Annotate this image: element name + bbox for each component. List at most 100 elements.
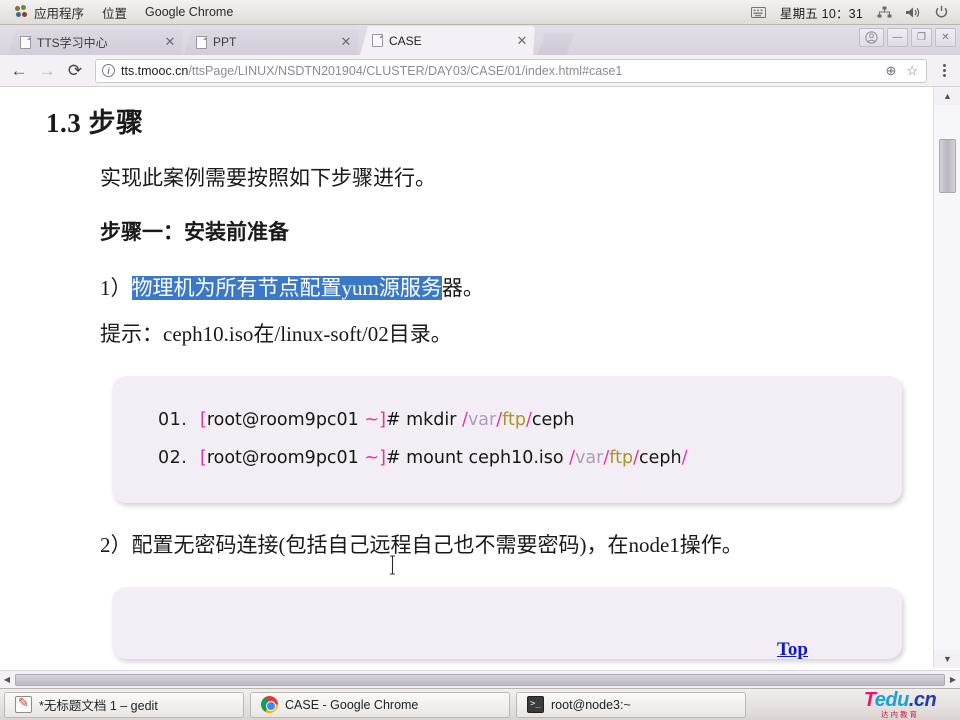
item1-number: 1） <box>100 276 132 301</box>
code-text: [root@room9pc01 ~]# mount ceph10.iso / va… <box>200 447 687 471</box>
menu-places[interactable]: 位置 <box>93 1 136 24</box>
tab-ppt[interactable]: PPT ✕ <box>184 29 359 55</box>
bookmark-star-icon[interactable]: ☆ <box>904 63 920 79</box>
browser-toolbar: ← → ⟳ i tts.tmooc.cn/ttsPage/LINUX/NSDTN… <box>0 55 960 87</box>
taskbar-item-label: *无标题文档 1 – gedit <box>39 699 158 713</box>
tedu-logo-cn: .cn <box>908 688 937 711</box>
code-line: 02. [root@room9pc01 ~]# mount ceph10.iso… <box>112 440 902 478</box>
tab-close-icon[interactable]: ✕ <box>163 35 177 49</box>
reload-button[interactable]: ⟳ <box>62 58 88 84</box>
code-block-1: 01. [root@room9pc01 ~]# mkdir /var/ftp/c… <box>112 376 902 504</box>
site-info-icon[interactable]: i <box>102 64 115 77</box>
url-path: /ttsPage/LINUX/NSDTN201904/CLUSTER/DAY03… <box>188 63 623 78</box>
minimize-button[interactable]: — <box>887 28 908 47</box>
hint-paragraph: 提示：ceph10.iso在/linux-soft/02目录。 <box>100 322 452 347</box>
page-icon <box>20 36 31 49</box>
profile-avatar-icon[interactable] <box>859 28 884 47</box>
gedit-icon <box>15 695 32 713</box>
power-icon[interactable] <box>929 4 954 20</box>
code-segment: var <box>575 447 604 468</box>
chrome-icon <box>261 696 278 713</box>
menu-applications[interactable]: 应用程序 <box>6 1 93 24</box>
tab-close-icon[interactable]: ✕ <box>339 35 353 49</box>
menu-applications-label: 应用程序 <box>34 6 85 21</box>
code-segment: ftp <box>609 447 634 468</box>
selected-text: 物理机为所有节点配置yum源服务 <box>131 276 442 301</box>
horizontal-scrollbar[interactable]: ◀ ▶ <box>0 670 960 688</box>
taskbar-item-label: root@node3:~ <box>551 697 631 712</box>
code-segment: # mkdir <box>385 410 463 431</box>
tab-close-icon[interactable]: ✕ <box>515 34 529 48</box>
code-line: 01. [root@room9pc01 ~]# mkdir /var/ftp/c… <box>112 402 902 440</box>
code-segment: [ <box>200 410 207 431</box>
url-text: tts.tmooc.cn/ttsPage/LINUX/NSDTN201904/C… <box>121 64 877 78</box>
scroll-left-icon[interactable]: ◀ <box>0 671 14 689</box>
zoom-icon[interactable]: ⊕ <box>883 63 898 79</box>
menu-google-chrome[interactable]: Google Chrome <box>136 3 242 21</box>
tedu-logo-subtitle: 达内教育 <box>881 709 919 719</box>
maximize-button[interactable]: ❐ <box>911 28 932 47</box>
intro-paragraph: 实现此案例需要按照如下步骤进行。 <box>100 166 436 190</box>
chrome-window: TTS学习中心 ✕ PPT ✕ CASE ✕ — ❐ ✕ ← → ⟳ i tts… <box>0 25 960 688</box>
address-bar[interactable]: i tts.tmooc.cn/ttsPage/LINUX/NSDTN201904… <box>95 58 927 83</box>
page-content: 1.3 步骤 实现此案例需要按照如下步骤进行。 步骤一：安装前准备 1）物理机为… <box>0 87 933 668</box>
list-item-1: 1）物理机为所有节点配置yum源服务器。 <box>100 272 933 302</box>
chrome-menu-icon[interactable] <box>934 64 954 77</box>
step-heading: 步骤一：安装前准备 <box>100 220 289 245</box>
code-segment: ] <box>379 447 386 468</box>
tedu-logo-text: Tedu.cn <box>848 690 952 710</box>
tab-case[interactable]: CASE ✕ <box>360 26 535 55</box>
code-segment: ceph <box>531 410 575 431</box>
code-segment: / <box>681 447 688 468</box>
volume-icon[interactable] <box>900 5 926 20</box>
line-number: 02. <box>158 447 188 468</box>
terminal-icon: >_ <box>527 696 544 713</box>
forward-button[interactable]: → <box>34 58 60 84</box>
menu-places-label: 位置 <box>102 6 128 21</box>
vertical-scroll-thumb[interactable] <box>939 139 956 193</box>
keyboard-icon[interactable] <box>746 5 771 20</box>
item1-tail: 器。 <box>441 276 484 301</box>
close-window-button[interactable]: ✕ <box>935 28 956 47</box>
panel-menu-group: 应用程序 位置 Google Chrome <box>0 1 242 24</box>
horizontal-scroll-thumb[interactable] <box>15 673 945 686</box>
code-segment: # mount ceph10.iso <box>385 447 570 468</box>
text-cursor-icon <box>389 555 396 575</box>
code-segment: ceph <box>638 447 682 468</box>
code-text: [root@room9pc01 ~]# mkdir /var/ftp/ceph <box>200 409 574 433</box>
bottom-taskbar: *无标题文档 1 – gedit CASE - Google Chrome >_… <box>0 688 960 720</box>
gnome-foot-icon <box>15 5 29 19</box>
scroll-down-icon[interactable]: ▼ <box>934 650 960 668</box>
back-button[interactable]: ← <box>6 58 32 84</box>
code-segment: root@room9pc01 <box>206 410 365 431</box>
taskbar-item-terminal[interactable]: >_ root@node3:~ <box>516 691 746 718</box>
code-segment: [ <box>200 447 207 468</box>
list-item-2: 2）配置无密码连接(包括自己远程自己也不需要密码)，在node1操作。 <box>100 533 743 558</box>
system-tray: 星期五 10：31 <box>746 3 960 22</box>
tedu-logo-t: T <box>863 688 875 711</box>
vertical-scrollbar[interactable]: ▲ ▼ <box>933 87 960 668</box>
page-viewport: 1.3 步骤 实现此案例需要按照如下步骤进行。 步骤一：安装前准备 1）物理机为… <box>0 87 960 668</box>
code-segment: ftp <box>502 410 526 431</box>
page-icon <box>196 36 207 49</box>
tedu-logo-edu: edu <box>874 688 910 711</box>
network-icon[interactable] <box>872 5 897 20</box>
taskbar-item-gedit[interactable]: *无标题文档 1 – gedit <box>4 691 244 718</box>
taskbar-item-label: CASE - Google Chrome <box>285 697 419 712</box>
window-controls: — ❐ ✕ <box>859 28 956 47</box>
tab-strip: TTS学习中心 ✕ PPT ✕ CASE ✕ — ❐ ✕ <box>0 25 960 55</box>
clock[interactable]: 星期五 10：31 <box>774 3 869 22</box>
scroll-right-icon[interactable]: ▶ <box>946 671 960 689</box>
code-segment: ~ <box>364 447 380 468</box>
gnome-top-panel: 应用程序 位置 Google Chrome 星期五 10：31 <box>0 0 960 25</box>
tab-title: PPT <box>213 35 237 49</box>
scroll-up-icon[interactable]: ▲ <box>934 87 960 105</box>
tab-tts[interactable]: TTS学习中心 ✕ <box>8 29 183 55</box>
taskbar-item-chrome[interactable]: CASE - Google Chrome <box>250 691 510 718</box>
code-segment: var <box>467 410 497 431</box>
screen: 应用程序 位置 Google Chrome 星期五 10：31 TTS学习中心 … <box>0 0 960 720</box>
code-segment: root@room9pc01 <box>206 447 365 468</box>
page-icon <box>372 34 383 47</box>
new-tab-button[interactable] <box>538 33 574 55</box>
top-link[interactable]: Top <box>777 639 808 661</box>
